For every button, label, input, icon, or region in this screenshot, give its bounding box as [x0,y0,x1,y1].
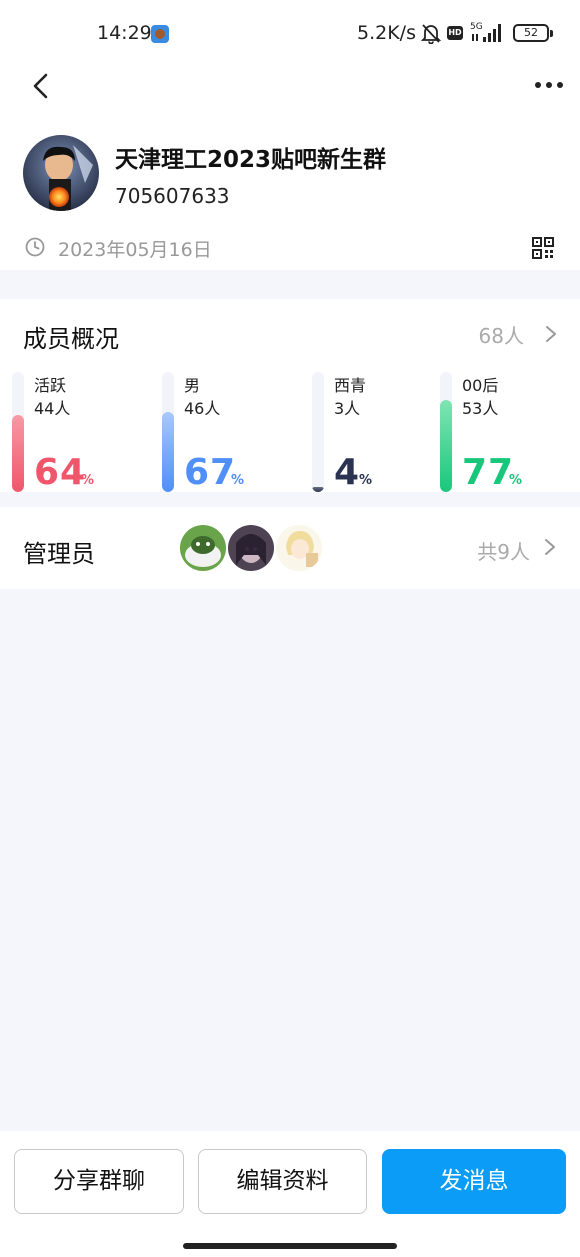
stat-percent: 77 [462,452,515,493]
group-id: 705607633 [115,184,230,208]
status-bar: 14:29 5.2K/s HD 5G 52 [0,0,580,66]
stat-bar-fill [162,411,174,492]
member-overview-card[interactable]: 成员概况 68人 活跃 44人 64 % 男 46人 67 % 西青 3人 4 … [0,299,580,493]
chevron-right-icon [546,326,556,342]
member-total-count: 68人 [478,324,524,348]
stat-percent-sign: % [509,473,523,488]
stat-count: 46人 [184,399,221,418]
hd-voice-icon: HD [447,26,463,40]
chevron-right-icon [545,539,555,555]
group-avatar[interactable] [23,135,99,211]
stat-percent-sign: % [231,473,245,488]
group-avatar-image [23,135,99,211]
stat-count: 44人 [34,399,71,418]
group-header: 天津理工2023贴吧新生群 705607633 2023年05月16日 [0,66,580,270]
stat-percent: 64 [34,452,87,493]
admin-avatar [180,525,226,571]
signal-label: 5G [470,22,483,32]
stat-label: 男 [184,376,201,395]
stat-region: 西青 3人 4 % [312,372,452,493]
qr-code-icon[interactable] [532,237,554,259]
network-speed: 5.2K/s [357,22,416,44]
admin-count: 共9人 [477,540,530,564]
stat-bar-track [12,372,24,492]
stat-percent-sign: % [81,473,95,488]
admin-avatar [276,525,322,571]
admin-title: 管理员 [23,540,95,568]
signal-icon: 5G [470,22,501,42]
member-overview-title: 成员概况 [23,325,119,353]
stat-post-00: 00后 53人 77 % [440,372,580,493]
battery-icon: 52 [513,24,553,42]
stat-bar-fill [12,415,24,492]
home-indicator[interactable] [183,1243,397,1249]
stat-label: 西青 [334,376,367,395]
send-message-button[interactable]: 发消息 [382,1149,566,1214]
stat-bar-fill [440,399,452,492]
battery-level: 52 [524,26,538,39]
admin-avatar [228,525,274,571]
stat-label: 00后 [462,376,499,395]
stat-count: 53人 [462,399,499,418]
app-notification-icon [151,25,169,43]
stat-bar-track [162,372,174,492]
stat-bar-track [440,372,452,492]
stat-percent-sign: % [359,473,373,488]
mute-bell-icon [420,24,442,44]
admin-row[interactable]: 管理员 共9人 [0,507,580,589]
stat-label: 活跃 [34,376,67,395]
stat-bar-fill [312,487,324,492]
bottom-action-bar: 分享群聊 编辑资料 发消息 [0,1131,580,1257]
created-date: 2023年05月16日 [58,239,212,261]
clock-icon [25,237,45,257]
stat-count: 3人 [334,399,361,418]
stat-percent: 67 [184,452,237,493]
back-arrow-icon[interactable] [28,72,56,100]
status-time: 14:29 [97,22,152,44]
stat-bar-track [312,372,324,492]
stat-percent: 4 [334,452,361,493]
share-group-button[interactable]: 分享群聊 [14,1149,184,1214]
more-options-icon[interactable] [534,80,564,90]
stat-active: 活跃 44人 64 % [12,372,152,493]
edit-info-button[interactable]: 编辑资料 [198,1149,367,1214]
stat-male: 男 46人 67 % [162,372,302,493]
group-name: 天津理工2023贴吧新生群 [115,147,387,173]
